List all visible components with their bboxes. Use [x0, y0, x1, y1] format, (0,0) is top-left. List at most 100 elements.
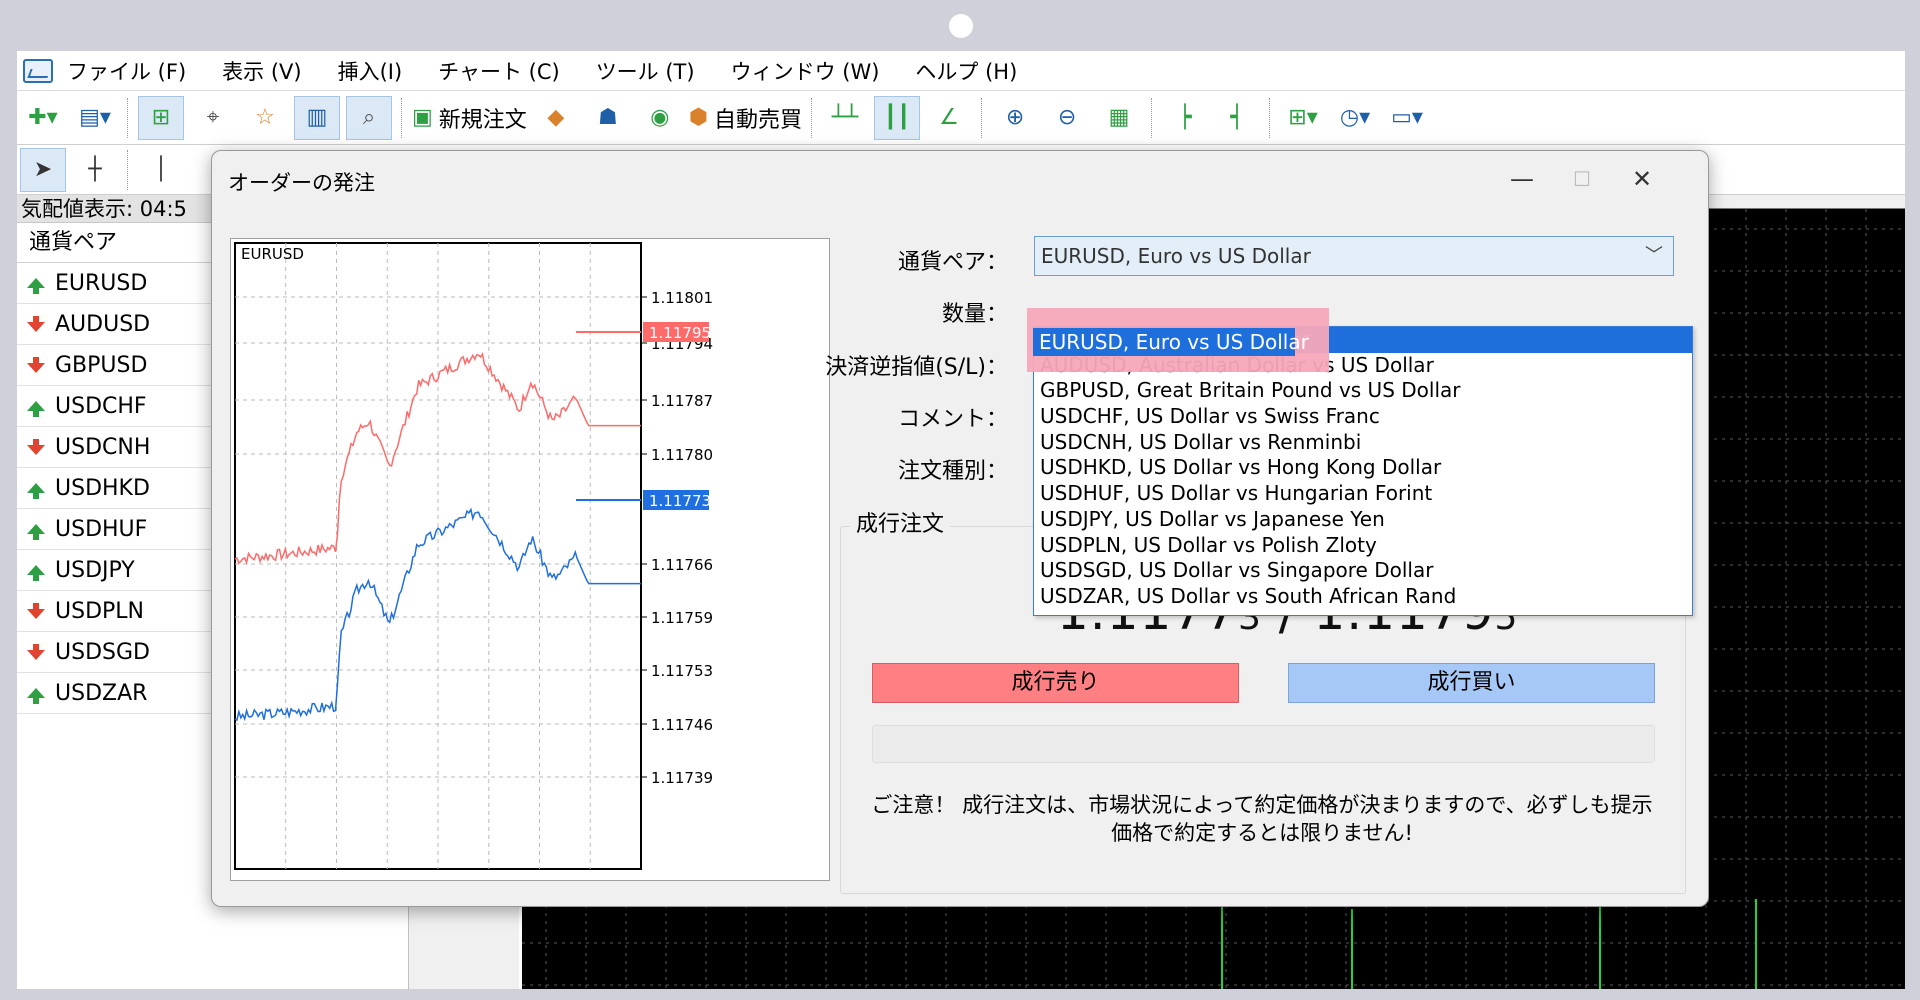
symbol-name: EURUSD [55, 270, 148, 296]
zoom-in-icon[interactable]: ⊕ [992, 96, 1038, 140]
symbol-option[interactable]: USDZAR, US Dollar vs South African Rand [1034, 584, 1692, 610]
market-watch-icon[interactable]: ⊞ [138, 95, 184, 140]
toolbar-separator [127, 149, 129, 190]
terminal-icon[interactable]: ▥ [294, 95, 340, 140]
symbol-option[interactable]: USDSGD, US Dollar vs Singapore Dollar [1034, 558, 1692, 584]
y-tick-label: 1.11739 [651, 769, 713, 787]
symbol-name: USDCHF [55, 393, 147, 419]
arrow-up-icon [27, 278, 45, 294]
stop-loss-label: 決済逆指値(S/L)： [825, 355, 1008, 380]
comment-label: コメント： [897, 407, 1008, 432]
dialog-title: オーダーの発注 [228, 171, 375, 195]
symbol-option-selected[interactable]: EURUSD, Euro vs US Dollar [1033, 328, 1309, 356]
tile-windows-icon[interactable]: ▦ [1096, 96, 1142, 140]
symbol-option[interactable]: USDJPY, US Dollar vs Japanese Yen [1034, 507, 1692, 533]
symbol-name: USDPLN [55, 598, 144, 624]
y-tick-label: 1.11746 [651, 716, 713, 734]
symbol-option[interactable]: USDCNH, US Dollar vs Renminbi [1034, 430, 1692, 456]
symbol-name: AUDUSD [55, 311, 151, 337]
symbol-name: USDZAR [55, 680, 148, 706]
periods-icon[interactable]: ◷▾ [1332, 96, 1378, 140]
close-button[interactable]: ✕ [1612, 161, 1672, 197]
y-tick-label: 1.11787 [651, 392, 713, 410]
data-window-icon[interactable]: ⌖ [190, 96, 236, 140]
metaeditor-icon[interactable]: ◆ [533, 96, 579, 140]
zoom-out-icon[interactable]: ⊖ [1044, 96, 1090, 140]
menu-tools[interactable]: ツール (T) [596, 56, 695, 86]
menu-insert[interactable]: 挿入(I) [338, 56, 403, 86]
profiles-icon[interactable]: ▤▾ [72, 96, 118, 140]
symbol-option[interactable]: USDHUF, US Dollar vs Hungarian Forint [1034, 481, 1692, 507]
strategy-tester-icon[interactable]: ⌕ [346, 95, 392, 140]
community-icon[interactable]: ☗ [585, 96, 631, 140]
symbol-option[interactable]: USDPLN, US Dollar vs Polish Zloty [1034, 533, 1692, 559]
menu-window[interactable]: ウィンドウ (W) [731, 56, 880, 86]
app-logo-icon[interactable] [23, 58, 53, 83]
toolbar-separator [127, 97, 129, 138]
bar-chart-icon[interactable]: ┴┴ [822, 96, 868, 140]
vertical-line-icon[interactable]: │ [138, 148, 184, 192]
sell-by-market-button[interactable]: 成行売り [872, 663, 1239, 703]
menu-file[interactable]: ファイル (F) [67, 56, 186, 86]
symbol-option[interactable]: USDHKD, US Dollar vs Hong Kong Dollar [1034, 455, 1692, 481]
autoscroll-icon[interactable]: ┝ [1162, 96, 1208, 140]
symbol-select[interactable]: EURUSD, Euro vs US Dollar ﹀ [1034, 236, 1674, 276]
chart-shift-icon[interactable]: ┥ [1214, 96, 1260, 140]
y-tick-label: 1.11780 [651, 446, 713, 464]
market-order-group-title: 成行注文 [850, 506, 951, 538]
chart-symbol-label: EURUSD [241, 245, 304, 263]
menu-help[interactable]: ヘルプ (H) [915, 56, 1017, 86]
y-tick-label: 1.11801 [651, 289, 713, 307]
symbol-name: USDJPY [55, 557, 135, 583]
tick-chart: 1.11801 1.11794 1.11787 1.11780 1.11766 1.117… [230, 238, 830, 881]
toolbar-separator [811, 97, 813, 138]
camera-dot [949, 14, 973, 38]
volume-label: 数量： [941, 302, 1008, 327]
order-progress-bar [872, 725, 1655, 763]
minimize-button[interactable]: — [1492, 161, 1552, 197]
navigator-icon[interactable]: ☆ [242, 96, 288, 140]
toolbar-separator [1269, 97, 1271, 138]
templates-icon[interactable]: ▭▾ [1384, 96, 1430, 140]
ask-price-tag-label: 1.11795 [649, 324, 711, 342]
symbol-label: 通貨ペア： [897, 250, 1008, 275]
symbol-option[interactable]: USDCHF, US Dollar vs Swiss Franc [1034, 404, 1692, 430]
indicators-icon[interactable]: ⊞▾ [1280, 96, 1326, 140]
toolbar-separator [401, 97, 403, 138]
order-type-label: 注文種別： [897, 459, 1008, 484]
menu-chart[interactable]: チャート (C) [438, 56, 560, 86]
signals-icon[interactable]: ◉ [637, 96, 683, 140]
arrow-up-icon [27, 483, 45, 499]
new-order-button[interactable]: ▣ 新規注文 [412, 96, 527, 140]
crosshair-icon[interactable]: ┼ [72, 148, 118, 192]
line-chart-icon[interactable]: ∠ [926, 96, 972, 140]
symbol-select-value: EURUSD, Euro vs US Dollar [1041, 244, 1311, 268]
buy-by-market-button[interactable]: 成行買い [1288, 663, 1655, 703]
arrow-up-icon [27, 524, 45, 540]
auto-trading-button[interactable]: ⬢ 自動売買 [689, 96, 802, 140]
bid-price-tag-label: 1.11773 [649, 492, 711, 510]
arrow-down-icon [27, 316, 45, 332]
tick-chart-svg: 1.118011.117941.117871.117801.117661.117… [234, 242, 713, 870]
chevron-down-icon: ﹀ [1645, 245, 1663, 266]
candlestick-icon[interactable]: ┃┃ [874, 95, 921, 140]
arrow-up-icon [27, 688, 45, 704]
y-tick-label: 1.11766 [651, 556, 713, 574]
cursor-icon[interactable]: ➤ [20, 147, 66, 192]
new-chart-icon[interactable]: ✚▾ [20, 96, 66, 140]
new-order-label: 新規注文 [438, 107, 527, 133]
arrow-up-icon [27, 401, 45, 417]
menu-view[interactable]: 表示 (V) [222, 56, 301, 86]
maximize-button[interactable]: ☐ [1552, 161, 1612, 197]
device-frame: ファイル (F) 表示 (V) 挿入(I) チャート (C) ツール (T) ウ… [0, 0, 1920, 1000]
arrow-down-icon [27, 439, 45, 455]
symbol-option[interactable]: GBPUSD, Great Britain Pound vs US Dollar [1034, 378, 1692, 404]
symbol-name: USDHKD [55, 475, 150, 501]
arrow-down-icon [27, 603, 45, 619]
y-tick-label: 1.11753 [651, 662, 713, 680]
toolbar-separator [1151, 97, 1153, 138]
app-window: ファイル (F) 表示 (V) 挿入(I) チャート (C) ツール (T) ウ… [17, 51, 1905, 989]
auto-trading-label: 自動売買 [714, 107, 803, 133]
notice-line-2: 価格で約定するとは限りません! [1111, 821, 1413, 845]
arrow-down-icon [27, 644, 45, 660]
